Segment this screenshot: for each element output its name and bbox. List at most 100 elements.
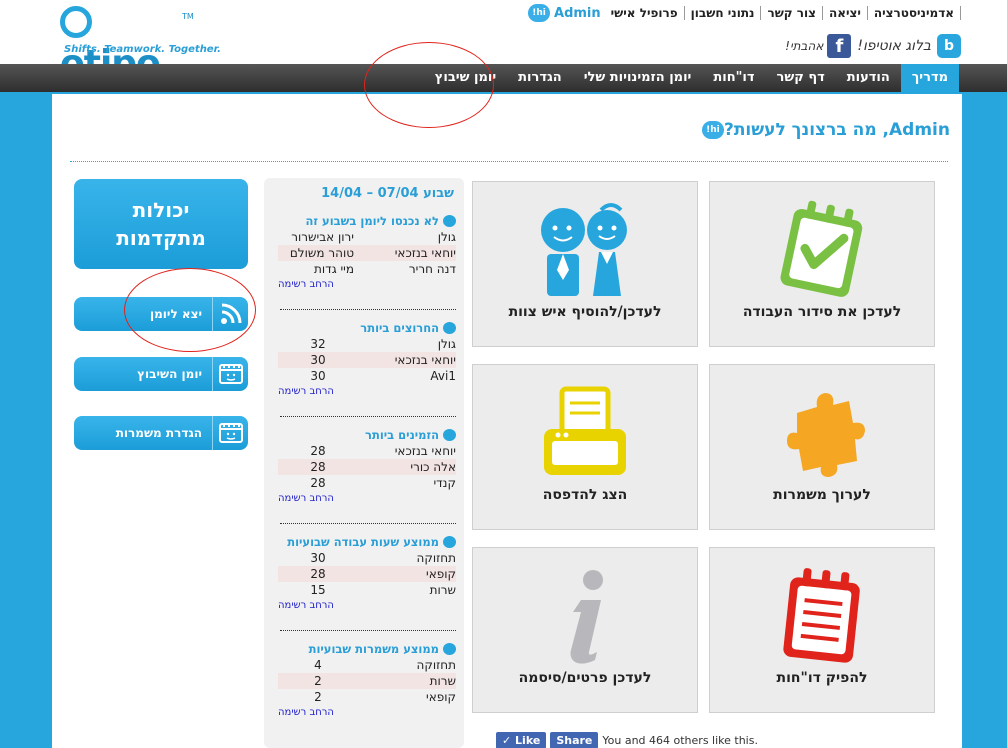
stat-cell: 32: [310, 337, 326, 351]
nav-availability[interactable]: יומן הזמינויות שלי: [573, 64, 703, 92]
facebook-icon[interactable]: f: [827, 34, 852, 58]
expand-list-link[interactable]: הרחב רשימה: [278, 386, 456, 400]
stat-row: גולן 32: [278, 336, 456, 352]
expand-list-link[interactable]: הרחב רשימה: [278, 279, 456, 293]
stat-block-title: ממוצע שעות עבודה שבועיות: [278, 534, 456, 550]
tile-label: לעדכן פרטים/סיסמה: [518, 670, 652, 686]
speech-bubble-icon: [443, 429, 456, 441]
link-admin[interactable]: אדמיניסטרציה: [868, 6, 961, 20]
stat-cell: טוהר משולם: [289, 246, 354, 260]
stat-row: יוחאי בנזכאי 30: [278, 352, 456, 368]
speech-bubble-icon: [443, 322, 456, 334]
tile-update-schedule[interactable]: לעדכן את סידור העבודה: [709, 181, 935, 347]
blog-icon[interactable]: b: [937, 34, 961, 58]
stat-cell: 2: [314, 690, 322, 704]
nav-contact-page[interactable]: דף קשר: [766, 64, 836, 92]
stat-block: הזמינים ביותר יוחאי בנזכאי 28 אלה כורי 28 קנד…: [278, 427, 456, 507]
stat-cell: 28: [310, 567, 326, 581]
stat-row: תחזוקה 30: [278, 550, 456, 566]
stat-cell: קנדי: [433, 476, 456, 490]
printer-icon: [540, 383, 630, 487]
stat-cell: קופאי: [426, 690, 456, 704]
calendar-icon: [212, 357, 248, 391]
nav-reports[interactable]: דו"חות: [702, 64, 765, 92]
stat-cell: 15: [310, 583, 326, 597]
stat-row: שרות 2: [278, 673, 456, 689]
shift-settings-button[interactable]: הגדרת משמרות: [74, 416, 248, 450]
stat-title-text: לא נכנסו ליומן בשבוע זה: [305, 214, 439, 228]
stat-cell: ירון אבישרור: [291, 230, 354, 244]
tile-label: הצג להדפסה: [542, 487, 628, 503]
speech-bubble-icon: [443, 215, 456, 227]
stat-cell: 28: [310, 476, 326, 490]
speech-bubble-icon: [443, 643, 456, 655]
report-notepad-icon: [777, 566, 867, 670]
admin-name[interactable]: Admin: [554, 6, 601, 21]
stat-title-text: החרוצים ביותר: [360, 321, 439, 335]
tile-label: לערוך משמרות: [773, 487, 871, 503]
stat-cell: יוחאי בנזכאי: [394, 246, 456, 260]
stat-cell: 30: [310, 353, 326, 367]
stat-row: Avi1 30: [278, 368, 456, 384]
stat-row: יוחאי בנזכאי 28: [278, 443, 456, 459]
expand-list-link[interactable]: הרחב רשימה: [278, 493, 456, 507]
tile-edit-shifts[interactable]: לערוך משמרות: [709, 364, 935, 530]
stat-cell: גולן: [437, 337, 456, 351]
stat-row: יוחאי בנזכאי טוהר משולם: [278, 245, 456, 261]
link-profile[interactable]: פרופיל אישי: [605, 6, 685, 20]
stat-cell: 4: [314, 658, 322, 672]
fb-share-button[interactable]: Share: [550, 732, 599, 748]
tile-update-staff[interactable]: לעדכן/להוסיף איש צוות: [472, 181, 698, 347]
otipo-logo[interactable]: otipo TM Shifts. Teamwork. Together.: [60, 2, 221, 84]
stat-cell: יוחאי בנזכאי: [394, 353, 456, 367]
speech-bubble-icon: [443, 536, 456, 548]
stat-cell: מיי גדות: [314, 262, 354, 276]
fb-like-count-text: You and 464 others like this.: [602, 734, 758, 747]
tile-label: לעדכן את סידור העבודה: [742, 304, 902, 320]
stat-cell: 2: [314, 674, 322, 688]
stat-block-title: ממוצע משמרות שבועיות: [278, 641, 456, 657]
nav-messages[interactable]: הודעות: [836, 64, 901, 92]
stat-cell: תחזוקה: [416, 658, 456, 672]
stat-block-title: לא נכנסו ליומן בשבוע זה: [278, 213, 456, 229]
stat-cell: 28: [310, 444, 326, 458]
stat-block: ממוצע שעות עבודה שבועיות תחזוקה 30 קופאי 28 ש…: [278, 534, 456, 614]
logo-tm: TM: [182, 12, 194, 21]
link-logout[interactable]: יציאה: [823, 6, 868, 20]
fb-like-label: Like: [515, 734, 541, 747]
tile-update-details[interactable]: לעדכן פרטים/סיסמה: [472, 547, 698, 713]
nav-settings[interactable]: הגדרות: [507, 64, 573, 92]
stat-title-text: הזמינים ביותר: [365, 428, 439, 442]
stat-cell: יוחאי בנזכאי: [394, 444, 456, 458]
stat-cell: Avi1: [430, 369, 456, 383]
main-nav: יומן שיבוץ הגדרות יומן הזמינויות שלי דו"…: [0, 64, 1007, 94]
puzzle-icon: [777, 383, 867, 487]
advanced-features-box[interactable]: יכולות מתקדמות: [74, 179, 248, 269]
hi-icon: hi!: [528, 4, 551, 22]
stat-block-title: הזמינים ביותר: [278, 427, 456, 443]
export-calendar-label: יצא ליומן: [150, 307, 202, 321]
nav-schedule[interactable]: יומן שיבוץ: [424, 64, 507, 92]
tile-reports[interactable]: להפיק דו"חות: [709, 547, 935, 713]
link-account[interactable]: נתוני חשבון: [685, 6, 762, 20]
expand-list-link[interactable]: הרחב רשימה: [278, 707, 456, 721]
export-calendar-button[interactable]: יצא ליומן: [74, 297, 248, 331]
info-icon: [555, 566, 615, 670]
nav-guide[interactable]: מדריך: [900, 64, 959, 92]
expand-list-link[interactable]: הרחב רשימה: [278, 600, 456, 614]
hi-icon: hi!: [701, 121, 724, 139]
blog-link[interactable]: בלוג אוטיפו!: [857, 38, 931, 54]
stat-cell: שרות: [429, 674, 456, 688]
schedule-calendar-button[interactable]: יומן השיבוץ: [74, 357, 248, 391]
stat-cell: דנה חריר: [408, 262, 456, 276]
stat-row: קופאי 28: [278, 566, 456, 582]
top-links: hi! Admin פרופיל אישי נתוני חשבון צור קש…: [528, 4, 961, 22]
link-contact[interactable]: צור קשר: [761, 6, 823, 20]
stat-block-title: החרוצים ביותר: [278, 320, 456, 336]
tile-print-view[interactable]: הצג להדפסה: [472, 364, 698, 530]
top-header: otipo TM Shifts. Teamwork. Together. hi!…: [0, 0, 1007, 84]
week-title: שבוע 07/04 – 14/04: [321, 186, 454, 201]
fb-like-button[interactable]: ✓ Like: [496, 732, 547, 748]
stat-block: ממוצע משמרות שבועיות תחזוקה 4 שרות 2 קופאי 2 הר…: [278, 641, 456, 721]
divider: [70, 161, 948, 162]
